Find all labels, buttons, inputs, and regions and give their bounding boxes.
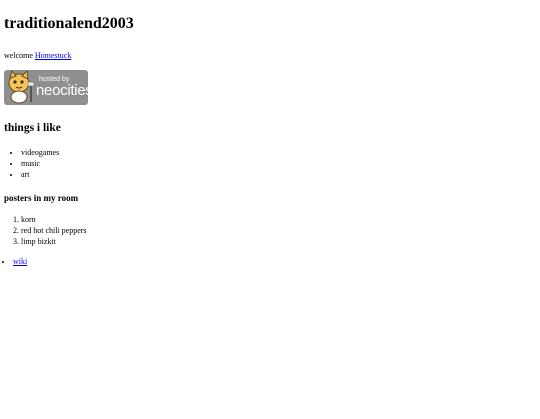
list-item: red hot chili peppers: [21, 225, 536, 236]
likes-heading: things i like: [4, 121, 61, 134]
welcome-text: welcome: [4, 51, 33, 61]
list-item: music: [21, 158, 536, 169]
page-title: traditionalend2003: [4, 15, 134, 32]
badge-brand: neocities: [36, 81, 88, 99]
posters-list: korn red hot chili peppers limp bizkit: [4, 214, 536, 247]
list-item: wiki: [13, 256, 536, 267]
neocities-badge[interactable]: hosted by neocities: [4, 69, 88, 105]
page-body: traditionalend2003 welcome Homestuck hos…: [0, 14, 540, 267]
list-item: limp bizkit: [21, 236, 536, 247]
list-item: korn: [21, 214, 536, 225]
posters-heading: posters in my room: [4, 192, 79, 203]
list-item: art: [21, 169, 536, 180]
homestuck-link[interactable]: Homestuck: [35, 51, 71, 60]
welcome-line: welcome Homestuck: [4, 51, 536, 62]
links-list: wiki: [4, 256, 536, 267]
list-item: videogames: [21, 147, 536, 158]
neocities-cat-icon: [8, 69, 35, 104]
likes-list: videogames music art: [4, 147, 536, 180]
wiki-link[interactable]: wiki: [13, 257, 27, 266]
